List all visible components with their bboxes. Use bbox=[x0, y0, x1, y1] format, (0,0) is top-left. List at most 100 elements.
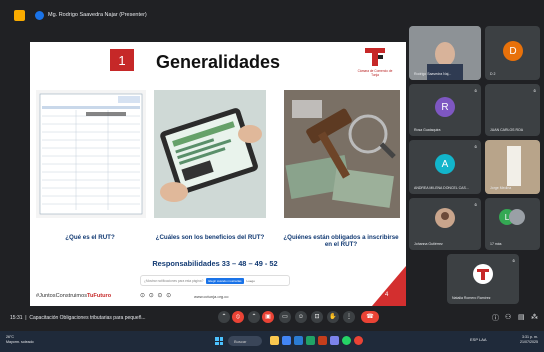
participant-name: D 2 bbox=[490, 72, 496, 76]
leave-call-button[interactable]: ☎ bbox=[361, 311, 379, 323]
meeting-title: Capacitación Obligaciones tributarias pa… bbox=[29, 315, 146, 321]
social-icons: ⊙ ⊙ ⊙ ⊙ bbox=[140, 293, 173, 299]
browser-icon[interactable] bbox=[354, 336, 363, 345]
responsibilities-line: Responsabilidades 33 – 48 – 49 - 52 bbox=[152, 259, 278, 268]
participant-name: ANDREA MILENA DONCEL CAS... bbox=[414, 186, 469, 190]
slide-hashtag: #JuntosConstruimosTuFuturo bbox=[36, 293, 111, 299]
presenter-chip[interactable]: Mg. Rodrigo Saavedra Najar (Presenter) bbox=[35, 7, 147, 23]
avatar: D bbox=[503, 41, 523, 61]
notification-later-button[interactable]: Luego bbox=[247, 279, 255, 283]
participant-name: Johanna Gutiérrez bbox=[414, 242, 443, 246]
participant-tile-rosa[interactable]: ⦸ R Rosa Guataquira bbox=[409, 84, 481, 136]
captions-icon: ▭ bbox=[282, 314, 288, 320]
notification-text: ¿Mostrar notificaciones para esta página… bbox=[144, 278, 204, 283]
emoji-button[interactable]: ☺ bbox=[295, 311, 307, 323]
windows-taskbar: 26°C Mayorm. soleado Buscar ESP LAA 3:31… bbox=[0, 331, 544, 352]
notification-prompt: ¿Mostrar notificaciones para esta página… bbox=[140, 275, 290, 286]
chevron-up-icon: ⌃ bbox=[251, 314, 257, 320]
taskbar-clock[interactable]: 3:31 p. m. 21/07/2025 bbox=[520, 335, 538, 344]
chamber-logo-text: Cámara de Comercio de Tunja bbox=[357, 69, 393, 77]
slide-title: Generalidades bbox=[156, 52, 281, 72]
participant-tile-presenter[interactable]: Rodrigo Saavedra Naj... bbox=[409, 26, 481, 80]
chamber-logo: Cámara de Comercio de Tunja bbox=[355, 46, 395, 82]
mic-off-icon: ⦸ bbox=[474, 202, 477, 207]
gavel-money-image bbox=[284, 90, 400, 218]
whatsapp-icon[interactable] bbox=[342, 336, 351, 345]
mic-off-icon: ⦸ bbox=[533, 88, 536, 93]
activities-icon[interactable]: ⁂ bbox=[531, 313, 538, 321]
people-icon[interactable]: ⚇ bbox=[505, 313, 511, 321]
emoji-icon: ☺ bbox=[297, 314, 305, 320]
mic-off-icon: ⦸ bbox=[512, 258, 515, 263]
mic-toggle-button[interactable]: ⦸ bbox=[232, 311, 244, 323]
avatar: R bbox=[435, 97, 455, 117]
participant-name: JUAN CARLOS ROA bbox=[490, 128, 524, 132]
participant-tile-natalia[interactable]: ⦸ Natalia Romero Ramírez bbox=[447, 254, 519, 304]
slide-url: www.cctunja.org.co bbox=[194, 294, 229, 299]
presenting-icon bbox=[35, 10, 44, 20]
avatar: A bbox=[435, 154, 455, 174]
participant-name: Rosa Guataquira bbox=[414, 128, 441, 132]
more-camera-options-button[interactable]: ⌃ bbox=[248, 311, 260, 323]
weather-widget[interactable]: 26°C Mayorm. soleado bbox=[6, 335, 34, 344]
notification-allow-button[interactable]: Elegir cuándo mostrarlas bbox=[206, 277, 244, 284]
participant-tile-juan[interactable]: ⦸ JUAN CARLOS ROA bbox=[485, 84, 540, 136]
captions-button[interactable]: ▭ bbox=[279, 311, 291, 323]
rut-form-image bbox=[36, 90, 146, 218]
powerpoint-icon[interactable] bbox=[318, 336, 327, 345]
more-vert-icon: ⋮ bbox=[346, 314, 352, 320]
participant-name: Natalia Romero Ramírez bbox=[452, 296, 491, 300]
present-icon: ⊡ bbox=[314, 314, 320, 320]
raise-hand-button[interactable]: ✋ bbox=[327, 311, 339, 323]
participant-avatar-photo bbox=[435, 208, 455, 228]
slide-number: 1 bbox=[110, 49, 134, 71]
more-participants: 17 más bbox=[490, 242, 502, 246]
more-mic-options-button[interactable]: ⌃ bbox=[218, 311, 230, 323]
participant-name: Rodrigo Saavedra Naj... bbox=[414, 72, 452, 76]
question-what-is-rut: ¿Qué es el RUT? bbox=[65, 234, 115, 241]
info-icon[interactable]: ⓘ bbox=[492, 313, 499, 323]
hashtag-prefix: #JuntosConstruimos bbox=[36, 293, 87, 299]
hashtag-suffix: TuFuturo bbox=[87, 293, 112, 299]
meeting-info: 15:31 | Capacitación Obligaciones tribut… bbox=[10, 315, 146, 321]
taskbar-search[interactable]: Buscar bbox=[228, 336, 262, 346]
question-who-must-register: ¿Quiénes están obligados a inscribirse e… bbox=[283, 234, 399, 248]
chevron-up-icon: ⌃ bbox=[221, 314, 227, 320]
windows-start-icon[interactable] bbox=[215, 337, 223, 345]
file-explorer-icon[interactable] bbox=[270, 336, 279, 345]
clock-time: 3:31 p. m. bbox=[522, 335, 538, 339]
meet-logo-icon bbox=[14, 9, 25, 21]
camera-off-icon: ▣ bbox=[265, 314, 271, 320]
chat-icon[interactable]: ▤ bbox=[518, 313, 525, 321]
question-rut-benefits: ¿Cuáles son los beneficios del RUT? bbox=[155, 234, 265, 241]
participant-tile-johanna[interactable]: ⦸ Johanna Gutiérrez bbox=[409, 198, 481, 250]
excel-icon[interactable] bbox=[306, 336, 315, 345]
camera-toggle-button[interactable]: ▣ bbox=[262, 311, 274, 323]
tablet-rut-image bbox=[154, 90, 266, 218]
system-tray[interactable]: ESP LAA bbox=[470, 337, 487, 342]
phone-hangup-icon: ☎ bbox=[366, 314, 374, 320]
participant-tile-andrea[interactable]: ⦸ A ANDREA MILENA DONCEL CAS... bbox=[409, 140, 481, 194]
participant-tile-jorge[interactable]: Jorge Medina bbox=[485, 140, 540, 194]
chrome-icon[interactable] bbox=[282, 336, 291, 345]
participant-tile-more[interactable]: L 17 más bbox=[485, 198, 540, 250]
page-number: 4 bbox=[385, 292, 389, 298]
search-label: Buscar bbox=[234, 338, 247, 344]
present-button[interactable]: ⊡ bbox=[311, 311, 323, 323]
word-icon[interactable] bbox=[294, 336, 303, 345]
meeting-time: 15:31 bbox=[10, 315, 23, 321]
presenter-name: Mg. Rodrigo Saavedra Najar (Presenter) bbox=[48, 12, 147, 18]
mic-off-icon: ⦸ bbox=[474, 144, 477, 149]
participant-logo-avatar bbox=[473, 264, 493, 284]
participant-tile-d[interactable]: D D 2 bbox=[485, 26, 540, 80]
meet-screen: Mg. Rodrigo Saavedra Najar (Presenter) 1… bbox=[0, 0, 544, 352]
clock-date: 21/07/2025 bbox=[520, 339, 538, 344]
avatar-stack bbox=[509, 209, 525, 225]
more-options-button[interactable]: ⋮ bbox=[343, 311, 355, 323]
weather-desc: Mayorm. soleado bbox=[6, 339, 34, 344]
mic-off-icon: ⦸ bbox=[236, 314, 240, 320]
shared-slide: 1 Generalidades Cámara de Comercio de Tu… bbox=[30, 42, 406, 306]
teams-icon[interactable] bbox=[330, 336, 339, 345]
chamber-logo-icon bbox=[365, 48, 385, 66]
meet-controls-bar: 15:31 | Capacitación Obligaciones tribut… bbox=[0, 307, 544, 331]
